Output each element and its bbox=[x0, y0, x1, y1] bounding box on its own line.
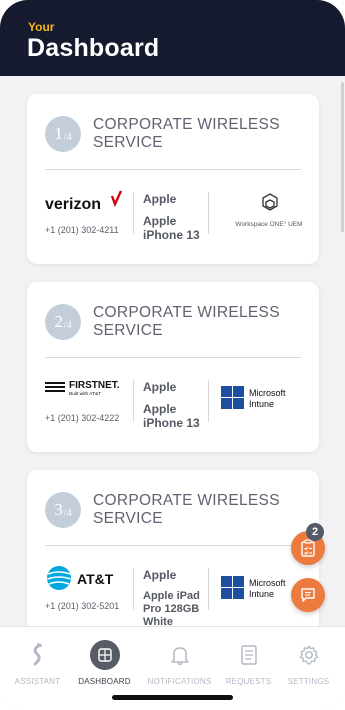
card-title: CORPORATE WIRELESS SERVICE bbox=[93, 116, 280, 151]
firstnet-logo: FIRSTNET. Built with AT&T bbox=[45, 376, 135, 410]
home-indicator[interactable] bbox=[112, 695, 233, 700]
phone-number: +1 (201) 302-4222 bbox=[45, 413, 120, 423]
tab-notifications[interactable]: NOTIFICATIONS bbox=[145, 639, 214, 686]
svg-text:AT&T: AT&T bbox=[77, 571, 114, 587]
notification-count-badge: 2 bbox=[306, 523, 324, 541]
svg-text:verizon: verizon bbox=[45, 196, 101, 213]
tab-assistant[interactable]: ASSISTANT bbox=[3, 639, 72, 686]
scrollbar[interactable] bbox=[341, 82, 344, 232]
att-logo: AT&T bbox=[45, 564, 135, 598]
mdm-name: Workspace ONE° UEM bbox=[235, 220, 302, 228]
page-title: Dashboard bbox=[27, 34, 160, 62]
card-index-badge: 1/4 bbox=[45, 116, 81, 152]
header-subtitle: Your bbox=[28, 20, 55, 34]
tab-label: DASHBOARD bbox=[78, 677, 131, 686]
phone-number: +1 (201) 302-4211 bbox=[45, 225, 119, 235]
assistant-icon bbox=[33, 643, 42, 666]
card-index-badge: 3/4 bbox=[45, 492, 81, 528]
divider bbox=[133, 568, 134, 610]
chat-fab-button[interactable] bbox=[291, 578, 325, 612]
tab-label: NOTIFICATIONS bbox=[147, 677, 212, 686]
card-index-badge: 2/4 bbox=[45, 304, 81, 340]
svg-text:FIRSTNET.: FIRSTNET. bbox=[69, 380, 120, 391]
bell-icon bbox=[170, 647, 189, 666]
clipboard-icon bbox=[301, 539, 315, 557]
phone-number: +1 (201) 302-5201 bbox=[45, 601, 120, 611]
tab-label: REQUESTS bbox=[225, 677, 272, 686]
device-model: Apple iPhone 13 bbox=[143, 214, 200, 242]
verizon-logo: verizon bbox=[45, 188, 135, 222]
microsoft-intune-logo: Microsoft Intune bbox=[217, 380, 317, 420]
divider bbox=[45, 169, 301, 170]
card-title: CORPORATE WIRELESS SERVICE bbox=[93, 492, 280, 527]
mdm-name: Microsoft Intune bbox=[249, 388, 286, 409]
device-brand: Apple bbox=[143, 568, 177, 582]
tab-dashboard[interactable]: DASHBOARD bbox=[70, 639, 139, 686]
divider bbox=[208, 192, 209, 234]
document-icon bbox=[240, 645, 257, 665]
tab-label: SETTINGS bbox=[287, 677, 330, 686]
divider bbox=[208, 568, 209, 610]
device-info: Apple Apple iPhone 13 bbox=[143, 380, 213, 430]
dashboard-icon bbox=[89, 640, 120, 670]
app-header: Your Dashboard bbox=[0, 0, 345, 76]
workspace-one-logo: Workspace ONE° UEM bbox=[217, 192, 317, 232]
device-brand: Apple bbox=[143, 192, 177, 206]
tab-settings[interactable]: SETTINGS bbox=[274, 639, 343, 686]
card-title: CORPORATE WIRELESS SERVICE bbox=[93, 304, 280, 339]
svg-text:Built with AT&T: Built with AT&T bbox=[69, 391, 101, 397]
gear-icon bbox=[299, 645, 318, 665]
service-card[interactable]: 3/4 CORPORATE WIRELESS SERVICE AT&T +1 (… bbox=[27, 470, 319, 640]
divider bbox=[45, 357, 301, 358]
app-screen: Your Dashboard 1/4 CORPORATE WIRELESS SE… bbox=[0, 0, 345, 710]
divider bbox=[133, 380, 134, 422]
tab-requests[interactable]: REQUESTS bbox=[214, 639, 283, 686]
device-info: Apple Apple iPhone 13 bbox=[143, 192, 213, 242]
divider bbox=[133, 192, 134, 234]
service-card[interactable]: 1/4 CORPORATE WIRELESS SERVICE verizon +… bbox=[27, 94, 319, 264]
tab-label: ASSISTANT bbox=[14, 677, 61, 686]
chat-icon bbox=[301, 588, 315, 602]
device-brand: Apple bbox=[143, 380, 177, 394]
device-model: Apple iPad Pro 128GB White bbox=[143, 590, 200, 628]
divider bbox=[208, 380, 209, 422]
divider bbox=[45, 545, 301, 546]
device-model: Apple iPhone 13 bbox=[143, 402, 200, 430]
service-card[interactable]: 2/4 CORPORATE WIRELESS SERVICE FIRSTNET.… bbox=[27, 282, 319, 452]
device-info: Apple Apple iPad Pro 128GB White bbox=[143, 568, 213, 629]
